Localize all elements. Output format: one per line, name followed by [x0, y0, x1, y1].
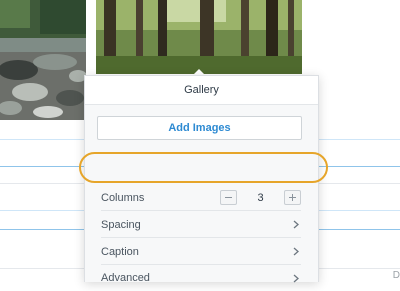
river-photo: [0, 0, 86, 120]
gallery-image-river[interactable]: [0, 0, 86, 120]
columns-value[interactable]: 3: [237, 192, 284, 204]
forest-photo: [96, 0, 302, 74]
option-spacing[interactable]: Spacing: [101, 212, 301, 238]
add-images-button[interactable]: Add Images: [97, 116, 302, 140]
columns-stepper: 3: [220, 190, 301, 205]
option-label: Caption: [101, 245, 139, 258]
option-caption[interactable]: Caption: [101, 239, 301, 265]
columns-row: Columns 3: [101, 185, 301, 211]
columns-decrement-button[interactable]: [220, 190, 237, 205]
panel-title: Gallery: [85, 76, 318, 105]
panel-body: Add Images Columns 3 Spacing Caption Adv…: [85, 105, 318, 284]
option-label: Spacing: [101, 218, 141, 231]
columns-increment-button[interactable]: [284, 190, 301, 205]
plus-icon: [289, 194, 296, 201]
gallery-settings-panel: Gallery Add Images Columns 3 Spacing Cap…: [84, 75, 319, 284]
minus-icon: [225, 197, 232, 198]
canvas-corner-text: D: [392, 270, 400, 281]
chevron-right-icon: [291, 273, 301, 283]
chevron-right-icon: [291, 247, 301, 257]
columns-label: Columns: [101, 191, 145, 204]
chevron-right-icon: [291, 220, 301, 230]
gallery-image-forest[interactable]: [96, 0, 302, 74]
option-advanced[interactable]: Advanced: [101, 265, 301, 291]
option-label: Advanced: [101, 272, 150, 284]
